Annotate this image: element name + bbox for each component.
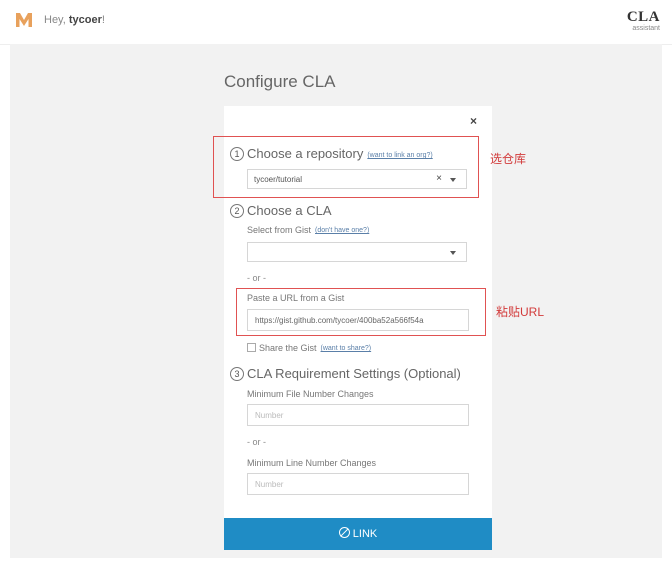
min-line-label: Minimum Line Number Changes	[247, 458, 377, 468]
share-gist-label[interactable]: Share the Gist	[259, 343, 317, 353]
top-bar: Hey, tycoer! CLA assistant	[0, 0, 672, 45]
close-icon[interactable]: ×	[470, 114, 477, 128]
url-annotation-box	[236, 288, 486, 336]
page-title: Configure CLA	[224, 72, 336, 91]
app-logo-icon[interactable]	[16, 13, 32, 27]
brand-title: CLA	[626, 9, 660, 25]
min-file-label: Minimum File Number Changes	[247, 389, 374, 399]
repo-annotation-box	[213, 136, 479, 198]
greeting: Hey, tycoer!	[44, 14, 105, 26]
share-gist-checkbox[interactable]	[247, 343, 256, 352]
brand-subtitle: assistant	[632, 25, 660, 32]
share-gist-row: Share the Gist (want to share?)	[247, 343, 371, 353]
greeting-prefix: Hey,	[44, 14, 66, 26]
or-divider: - or -	[247, 437, 266, 447]
step2-heading: 2 Choose a CLA	[230, 203, 332, 218]
min-line-input[interactable]: Number	[247, 473, 469, 495]
link-button-label: LINK	[352, 528, 378, 540]
step3-number: 3	[230, 367, 244, 381]
repo-annotation-text: 选仓库	[490, 152, 527, 166]
link-button[interactable]: LINK	[224, 518, 492, 550]
brand-logo[interactable]: CLA assistant	[627, 10, 660, 33]
step3-title: CLA Requirement Settings (Optional)	[247, 366, 461, 381]
want-to-share-link[interactable]: (want to share?)	[321, 345, 372, 352]
link-icon	[338, 527, 350, 538]
min-file-input[interactable]: Number	[247, 404, 469, 426]
chevron-down-icon[interactable]	[450, 251, 456, 255]
dont-have-one-link[interactable]: (don't have one?)	[315, 227, 369, 234]
or-divider: - or -	[247, 273, 266, 283]
username[interactable]: tycoer	[69, 14, 102, 26]
step3-heading: 3 CLA Requirement Settings (Optional)	[230, 366, 461, 381]
greeting-suffix: !	[101, 14, 105, 26]
url-annotation-text: 粘贴URL	[496, 305, 545, 319]
gist-select[interactable]	[247, 242, 467, 262]
step2-number: 2	[230, 204, 244, 218]
gist-select-label: Select from Gist (don't have one?)	[247, 225, 369, 235]
step2-title: Choose a CLA	[247, 203, 332, 218]
gist-label-text: Select from Gist	[247, 225, 312, 235]
